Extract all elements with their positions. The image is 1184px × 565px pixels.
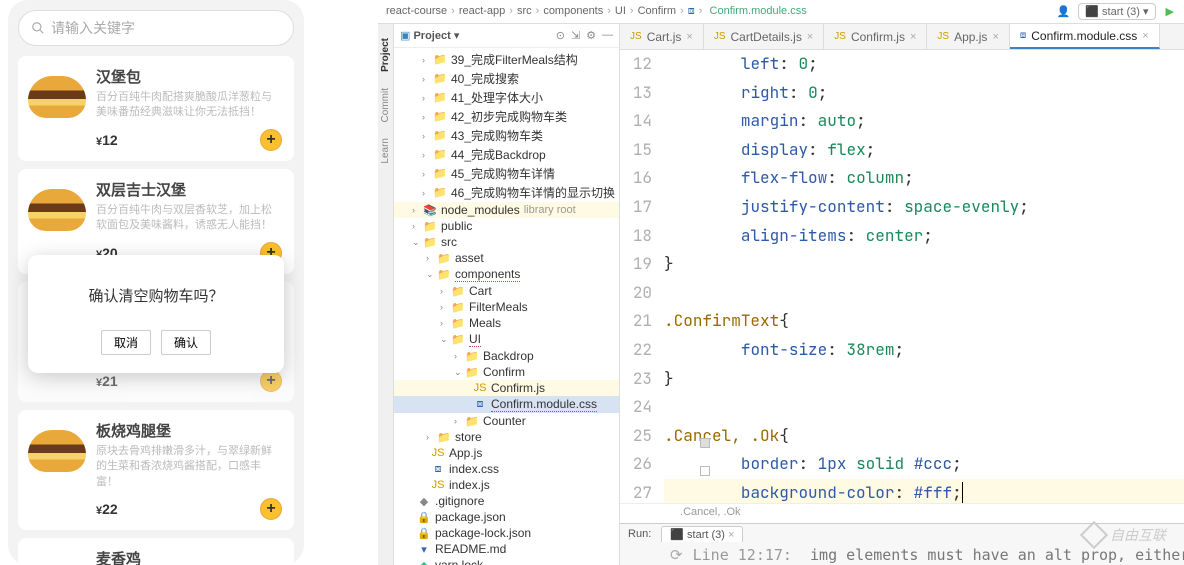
meal-title: 麦香鸡 [96, 548, 282, 565]
project-pane: ▣ Project ▾ ⊙ ⇲ ⚙ — ›📁39_完成FilterMeals结构… [394, 24, 620, 565]
close-icon[interactable]: × [910, 31, 916, 43]
change-marker-icon [700, 438, 710, 448]
code-editor[interactable]: 121314151617181920212223242526272829 lef… [620, 50, 1184, 503]
search-bar[interactable]: 请输入关键字 [18, 10, 294, 46]
run-output: ⟳ Line 12:17: img elements must have an … [620, 544, 1184, 565]
project-header: ▣ Project ▾ ⊙ ⇲ ⚙ — [394, 24, 619, 48]
meal-desc: 百分百纯牛肉配搭爽脆酸瓜洋葱粒与美味番茄经典滋味让你无法抵挡！ [96, 90, 282, 121]
ide-window: react-coursereact-appsrccomponentsUIConf… [378, 0, 1184, 565]
breadcrumb-bar: react-coursereact-appsrccomponentsUIConf… [378, 0, 1184, 24]
close-icon[interactable]: × [992, 31, 998, 43]
meal-title: 汉堡包 [96, 66, 282, 87]
tab-confirm-js[interactable]: JSConfirm.js× [824, 24, 927, 49]
meal-title: 双层吉士汉堡 [96, 179, 282, 200]
editor-breadcrumb: .Cancel, .Ok [620, 503, 1184, 523]
meal-desc: 原块去骨鸡排嫩滑多汁，与翠绿新鲜的生菜和香浓烧鸡酱搭配，口感丰富！ [96, 444, 282, 490]
run-config-selector[interactable]: ⬛ start (3) ▾ [1078, 3, 1155, 20]
tab-cartdetails-js[interactable]: JSCartDetails.js× [704, 24, 824, 49]
tab-cart-js[interactable]: JSCart.js× [620, 24, 704, 49]
meal-price: ¥22 [96, 501, 118, 517]
meal-price: ¥12 [96, 132, 118, 148]
meal-item: 麦香鸡 [18, 538, 294, 565]
folder-icon: ▣ [400, 30, 410, 42]
add-button[interactable]: + [260, 370, 282, 392]
meal-image [28, 76, 86, 118]
tab-project[interactable]: Project [378, 30, 393, 80]
run-tab[interactable]: ⬛ start (3) × [661, 526, 743, 542]
gutter: 121314151617181920212223242526272829 [620, 50, 664, 503]
meal-item: 板烧鸡腿堡 原块去骨鸡排嫩滑多汁，与翠绿新鲜的生菜和香浓烧鸡酱搭配，口感丰富！ … [18, 410, 294, 530]
breadcrumb[interactable]: react-coursereact-appsrccomponentsUIConf… [386, 5, 823, 18]
watermark-icon [1080, 521, 1108, 549]
close-icon[interactable]: × [728, 529, 734, 541]
change-marker-icon [700, 466, 710, 476]
meal-title: 板烧鸡腿堡 [96, 420, 282, 441]
tool-window-tabs: Project Commit Learn [378, 24, 394, 565]
close-icon[interactable]: × [1142, 30, 1148, 42]
tree-row-selected: ⧈Confirm.module.css [394, 396, 619, 413]
meal-item: 汉堡包 百分百纯牛肉配搭爽脆酸瓜洋葱粒与美味番茄经典滋味让你无法抵挡！ ¥12 … [18, 56, 294, 161]
meal-image [28, 430, 86, 472]
hide-icon[interactable]: — [602, 29, 613, 42]
search-placeholder: 请输入关键字 [51, 18, 135, 38]
run-label: Run: [628, 528, 651, 540]
watermark: 自由互联 [1084, 525, 1166, 545]
meal-price: ¥21 [96, 373, 118, 389]
close-icon[interactable]: × [807, 31, 813, 43]
meal-image [28, 189, 86, 231]
tab-learn[interactable]: Learn [378, 130, 393, 172]
search-icon [31, 21, 45, 35]
tab-commit[interactable]: Commit [378, 80, 393, 130]
settings-icon[interactable]: ⚙ [586, 29, 596, 42]
tab-confirm-css[interactable]: ⧈Confirm.module.css× [1010, 24, 1160, 49]
project-tree[interactable]: ›📁39_完成FilterMeals结构 ›📁40_完成搜索 ›📁41_处理字体… [394, 48, 619, 565]
phone-preview: 请输入关键字 汉堡包 百分百纯牛肉配搭爽脆酸瓜洋葱粒与美味番茄经典滋味让你无法抵… [8, 0, 304, 565]
cancel-button[interactable]: 取消 [101, 330, 151, 355]
select-opened-icon[interactable]: ⊙ [556, 29, 565, 42]
run-controls[interactable]: ▶ [1164, 5, 1176, 18]
user-icon[interactable]: 👤 [1057, 5, 1071, 18]
meal-desc: 百分百纯牛肉与双层香软芝，加上松软面包及美味酱料，诱惑无人能挡！ [96, 203, 282, 234]
add-button[interactable]: + [260, 498, 282, 520]
add-button[interactable]: + [260, 129, 282, 151]
tab-app-js[interactable]: JSApp.js× [927, 24, 1009, 49]
ok-button[interactable]: 确认 [161, 330, 211, 355]
confirm-modal: 确认清空购物车吗？ 取消 确认 [28, 255, 284, 373]
close-icon[interactable]: × [686, 31, 692, 43]
code: left: 0; right: 0; margin: auto; display… [664, 50, 1184, 503]
expand-all-icon[interactable]: ⇲ [571, 29, 580, 42]
confirm-text: 确认清空购物车吗？ [48, 285, 264, 306]
editor-tabs: JSCart.js× JSCartDetails.js× JSConfirm.j… [620, 24, 1184, 50]
editor-pane: JSCart.js× JSCartDetails.js× JSConfirm.j… [620, 24, 1184, 565]
run-icon: ▶ [1166, 6, 1174, 18]
